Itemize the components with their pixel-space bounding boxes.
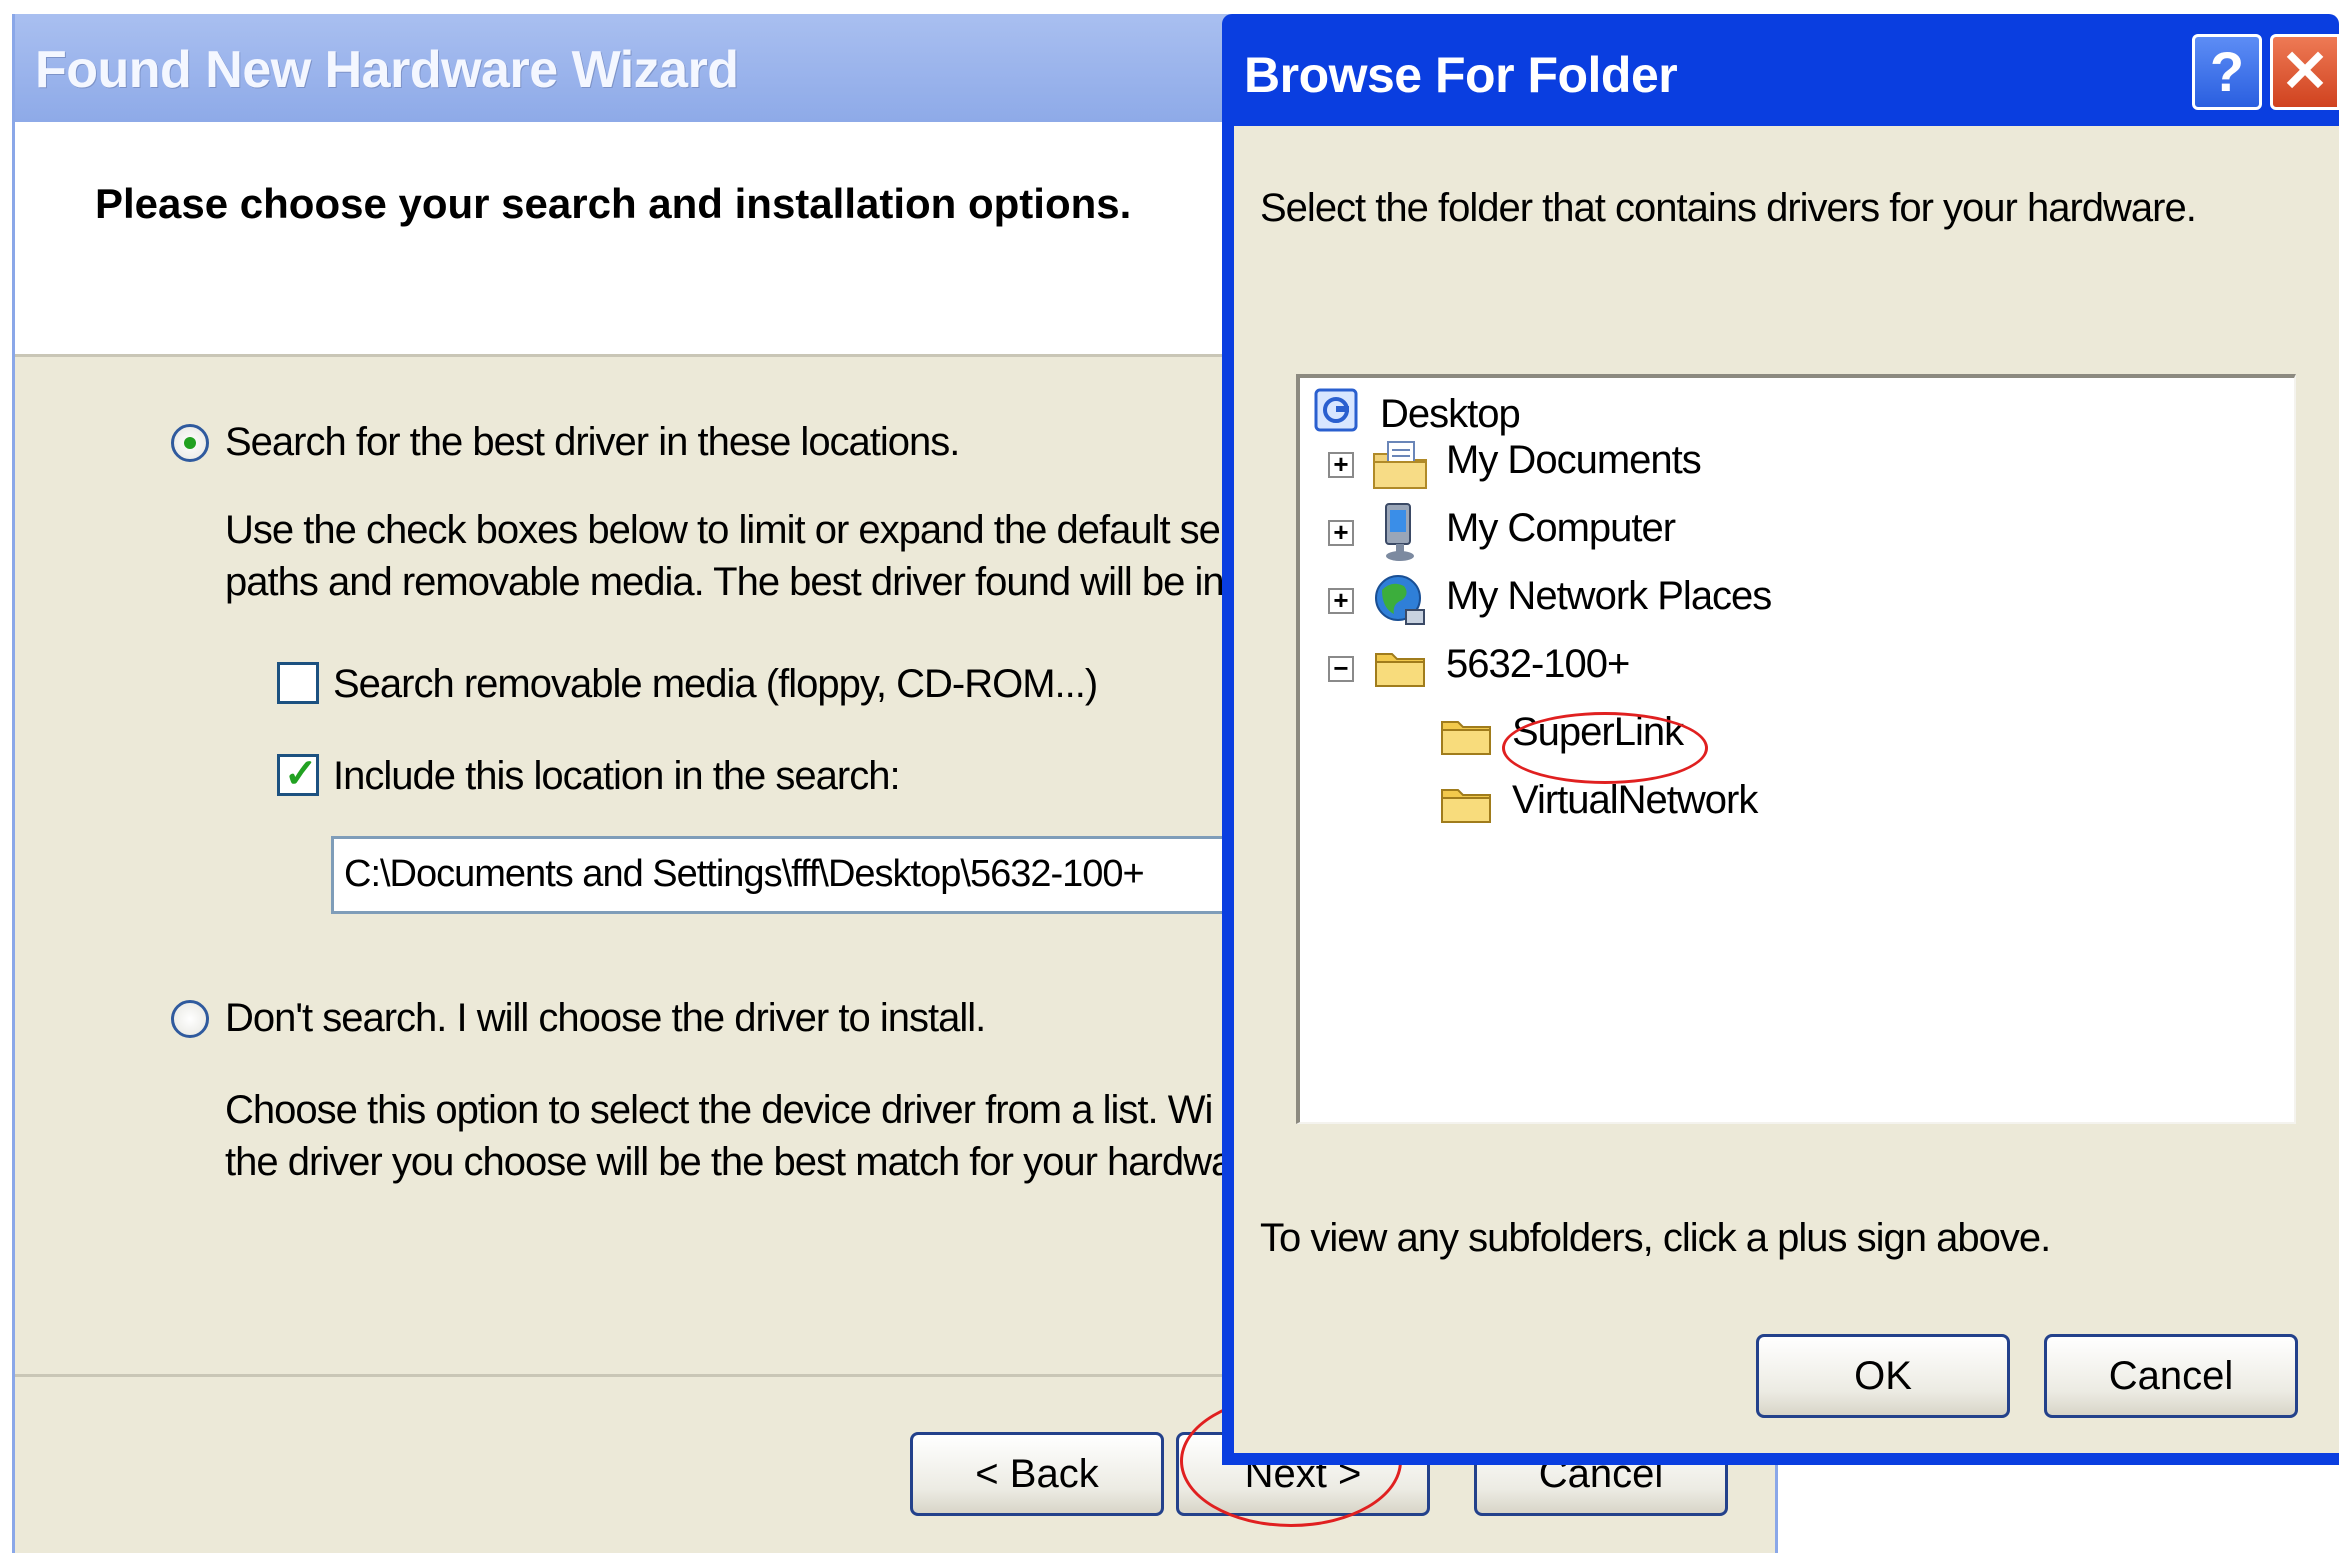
location-path-value: C:\Documents and Settings\fff\Desktop\56… (344, 853, 1145, 895)
tree-item-desktop[interactable]: Desktop (1380, 392, 1521, 437)
dont-search-description-2: the driver you choose will be the best m… (225, 1140, 1233, 1184)
tree-item-my-documents[interactable]: My Documents (1446, 438, 1702, 483)
superlink-annotation-circle (1502, 712, 1708, 784)
expand-my-network-places[interactable]: + (1328, 587, 1354, 614)
folder-icon (1441, 789, 1491, 823)
search-option-description-2: paths and removable media. The best driv… (225, 560, 1244, 604)
wizard-heading: Please choose your search and installati… (95, 180, 1132, 227)
browse-titlebar[interactable]: Browse For Folder ? ✕ (1222, 14, 2339, 124)
expand-my-documents[interactable]: + (1328, 451, 1354, 478)
tree-item-my-computer[interactable]: My Computer (1446, 506, 1676, 551)
removable-media-checkbox[interactable] (277, 662, 319, 704)
folder-icon (1375, 653, 1425, 687)
my-computer-icon (1385, 503, 1414, 561)
search-radio[interactable] (171, 424, 209, 462)
search-option-description-1: Use the check boxes below to limit or ex… (225, 508, 1221, 552)
dont-search-description-1: Choose this option to select the device … (225, 1088, 1213, 1132)
include-location-checkbox[interactable]: ✓ (277, 752, 319, 796)
removable-media-label[interactable]: Search removable media (floppy, CD-ROM..… (333, 662, 1098, 707)
checkmark-icon: ✓ (284, 752, 318, 796)
browse-for-folder-dialog: Browse For Folder ? ✕ Select the folder … (1222, 14, 2339, 1465)
location-path-input[interactable]: C:\Documents and Settings\fff\Desktop\56… (331, 836, 1231, 914)
close-button[interactable]: ✕ (2270, 34, 2339, 110)
my-documents-icon (1373, 441, 1427, 489)
wizard-title: Found New Hardware Wizard (35, 41, 739, 99)
browse-hint: To view any subfolders, click a plus sig… (1260, 1216, 2051, 1260)
search-option-label[interactable]: Search for the best driver in these loca… (225, 420, 960, 465)
collapse-5632-100[interactable]: − (1328, 655, 1354, 682)
back-button[interactable]: < Back (910, 1432, 1164, 1516)
desktop-icon (1314, 388, 1358, 432)
include-location-label[interactable]: Include this location in the search: (333, 754, 901, 799)
browse-instruction: Select the folder that contains drivers … (1260, 186, 2197, 230)
browse-client-area: Select the folder that contains drivers … (1234, 126, 2339, 1453)
tree-item-5632-100[interactable]: 5632-100+ (1446, 642, 1630, 687)
network-places-icon (1375, 575, 1425, 625)
tree-item-virtualnetwork[interactable]: VirtualNetwork (1512, 778, 1758, 823)
help-button[interactable]: ? (2192, 34, 2262, 110)
tree-item-my-network-places[interactable]: My Network Places (1446, 574, 1772, 619)
ok-button[interactable]: OK (1756, 1334, 2010, 1418)
expand-my-computer[interactable]: + (1328, 519, 1354, 546)
browse-title: Browse For Folder (1244, 47, 1678, 103)
folder-tree[interactable]: Desktop + My Documents + My Computer + M… (1296, 374, 2296, 1124)
folder-icon (1441, 721, 1491, 755)
dont-search-radio[interactable] (171, 1000, 209, 1038)
radio-selected-dot (184, 437, 196, 449)
dont-search-option-label[interactable]: Don't search. I will choose the driver t… (225, 996, 986, 1041)
browse-cancel-button[interactable]: Cancel (2044, 1334, 2298, 1418)
